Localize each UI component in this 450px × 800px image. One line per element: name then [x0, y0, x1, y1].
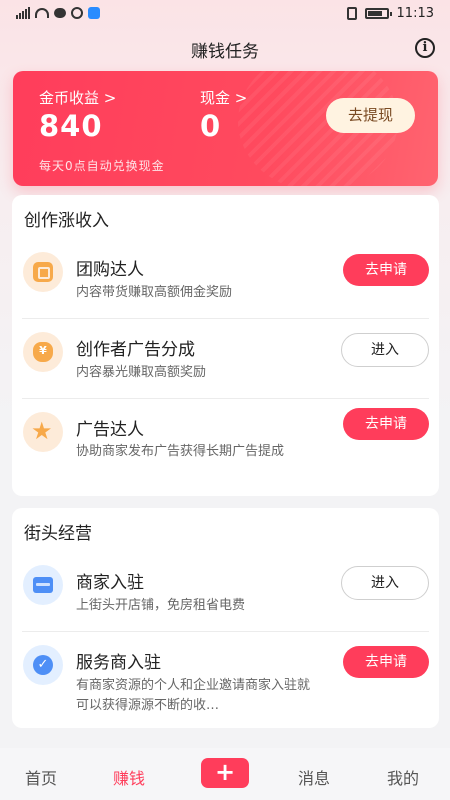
- item-desc: 有商家资源的个人和企业邀请商家入驻就可以获得源源不断的收…: [76, 678, 311, 713]
- tab-home[interactable]: 首页: [25, 765, 57, 789]
- info-icon[interactable]: i: [415, 38, 435, 58]
- earnings-card: 金币收益 > 840 现金 > 0 每天0点自动兑换现金 去提现: [13, 71, 438, 186]
- bottom-nav: 首页 赚钱 + 消息 我的: [0, 748, 450, 800]
- item-desc: 内容暴光赚取高额奖励: [76, 365, 207, 380]
- coin-earnings-link[interactable]: 金币收益 >: [39, 87, 116, 108]
- tab-earn[interactable]: 赚钱: [113, 765, 145, 789]
- cash-value: 0: [200, 109, 221, 143]
- header: 赚钱任务 i: [0, 28, 450, 68]
- item-title: 商家入驻: [76, 573, 144, 593]
- star-icon: [23, 412, 63, 452]
- divider: [22, 398, 429, 399]
- status-left: [16, 7, 100, 19]
- item-title: 服务商入驻: [76, 653, 161, 673]
- list-item-service-provider[interactable]: 服务商入驻 有商家资源的个人和企业邀请商家入驻就可以获得源源不断的收… 去申请: [12, 631, 439, 728]
- signal-icon: [16, 7, 30, 19]
- street-business-section: 街头经营 商家入驻 上街头开店铺，免房租省电费 进入 服务商入驻 有商家资源的个…: [12, 508, 439, 728]
- item-desc: 上街头开店铺，免房租省电费: [76, 598, 246, 613]
- item-desc: 内容带货赚取高额佣金奖励: [76, 285, 233, 300]
- wifi-icon: [35, 8, 49, 18]
- tab-messages[interactable]: 消息: [298, 765, 330, 789]
- chat-icon: [54, 8, 66, 18]
- status-bar: 11:13: [0, 0, 450, 28]
- divider: [22, 318, 429, 319]
- list-item-group-buy[interactable]: 团购达人 内容带货赚取高额佣金奖励 去申请: [12, 238, 439, 318]
- list-item-ad-share[interactable]: 创作者广告分成 内容暴光赚取高额奖励 进入: [12, 318, 439, 398]
- withdraw-button[interactable]: 去提现: [326, 98, 415, 133]
- apply-button[interactable]: 去申请: [343, 408, 429, 440]
- group-buy-icon: [23, 252, 63, 292]
- cash-link[interactable]: 现金 >: [200, 87, 247, 108]
- status-right: 11:13: [346, 6, 434, 21]
- enter-button[interactable]: 进入: [341, 333, 429, 367]
- battery-icon: [364, 8, 392, 19]
- item-title: 创作者广告分成: [76, 340, 195, 360]
- item-title: 广告达人: [76, 420, 144, 440]
- badge-check-icon: [23, 645, 63, 685]
- q-icon: [71, 7, 83, 19]
- list-item-ad-expert[interactable]: 广告达人 协助商家发布广告获得长期广告提成 去申请: [12, 398, 439, 496]
- status-time: 11:13: [396, 6, 434, 21]
- creator-income-section: 创作涨收入 团购达人 内容带货赚取高额佣金奖励 去申请 创作者广告分成 内容暴光…: [12, 195, 439, 496]
- list-item-merchant[interactable]: 商家入驻 上街头开店铺，免房租省电费 进入: [12, 551, 439, 631]
- apply-button[interactable]: 去申请: [343, 646, 429, 678]
- divider: [22, 631, 429, 632]
- exchange-note: 每天0点自动兑换现金: [39, 159, 165, 173]
- section-title: 创作涨收入: [24, 211, 109, 231]
- section-title: 街头经营: [24, 524, 92, 544]
- shop-icon: [23, 565, 63, 605]
- coin-earnings-value: 840: [39, 109, 103, 143]
- app-icon: [88, 7, 100, 19]
- page-title: 赚钱任务: [191, 42, 259, 62]
- money-bag-icon: [23, 332, 63, 372]
- enter-button[interactable]: 进入: [341, 566, 429, 600]
- apply-button[interactable]: 去申请: [343, 254, 429, 286]
- item-title: 团购达人: [76, 260, 144, 280]
- tab-mine[interactable]: 我的: [387, 765, 419, 789]
- create-plus-button[interactable]: +: [201, 758, 249, 788]
- item-desc: 协助商家发布广告获得长期广告提成: [76, 444, 285, 459]
- vibrate-icon: [346, 7, 357, 20]
